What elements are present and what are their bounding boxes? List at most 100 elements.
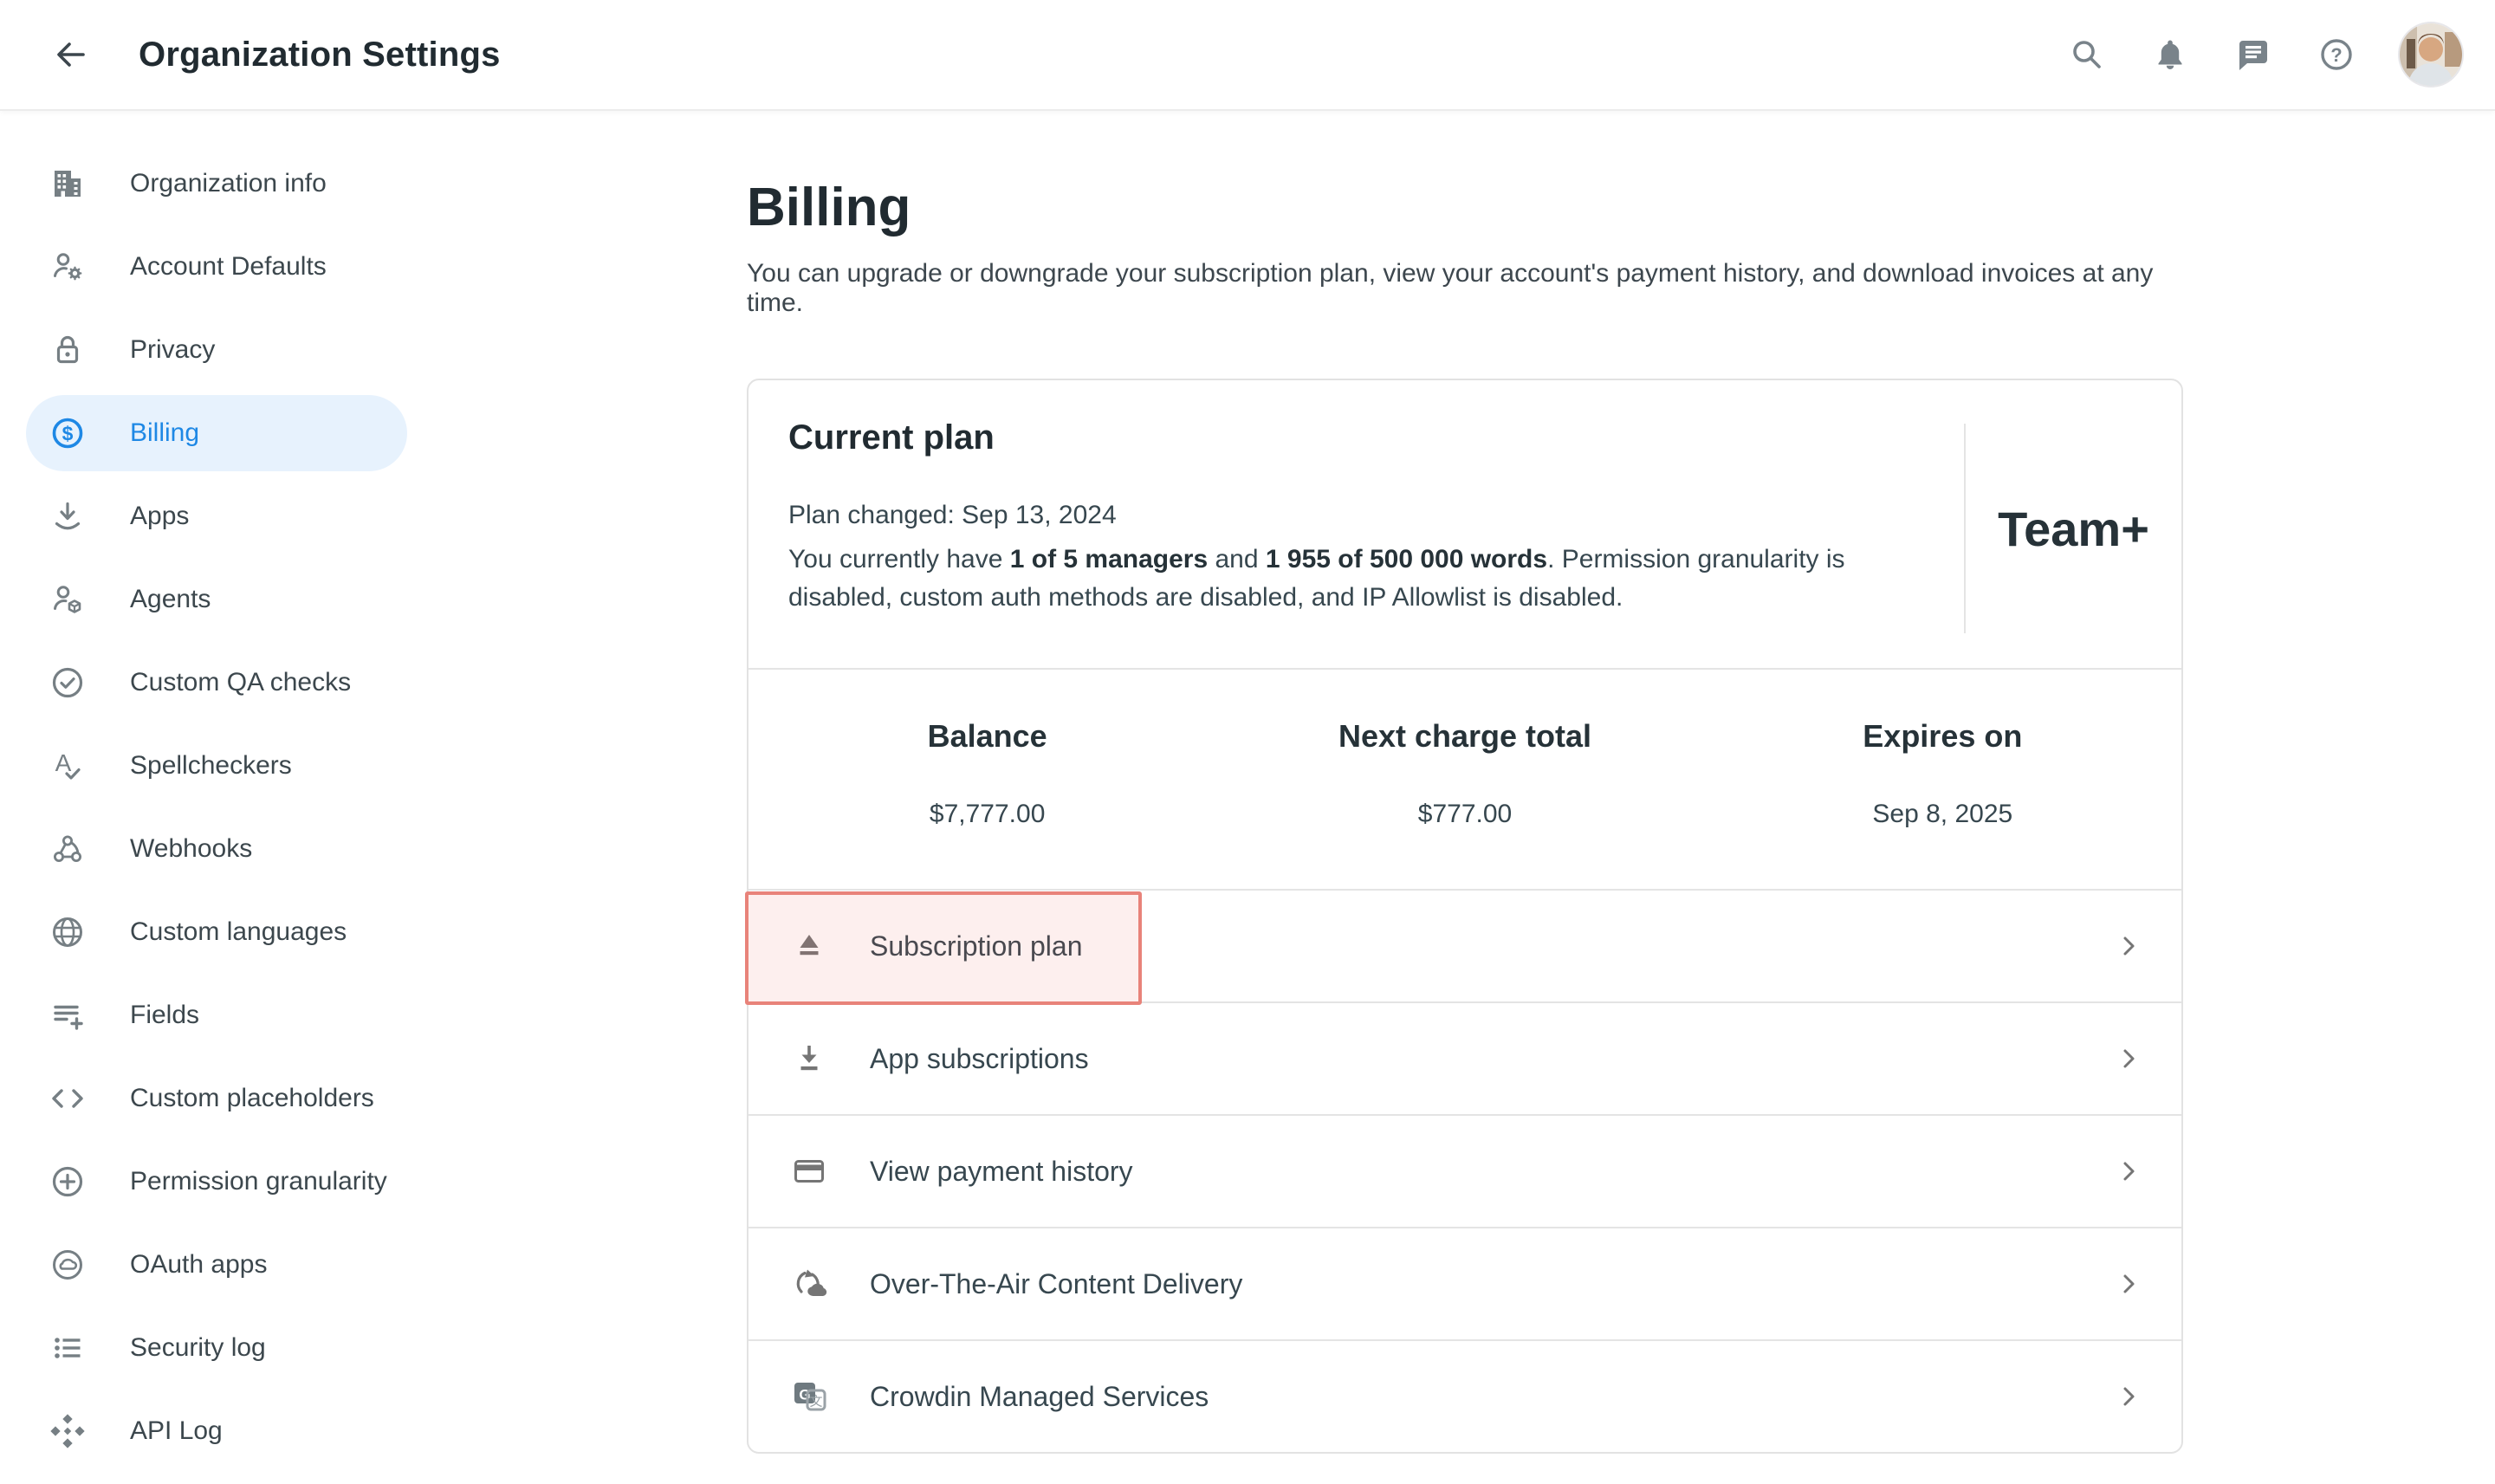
row-label: View payment history — [870, 1156, 1133, 1188]
plan-changed-text: Plan changed: Sep 13, 2024 — [788, 501, 1964, 530]
main-content: Billing You can upgrade or downgrade you… — [747, 111, 2202, 1454]
plan-usage-text: You currently have 1 of 5 managers and 1… — [788, 541, 1941, 617]
sidebar-item-custom-languages[interactable]: Custom languages — [26, 894, 407, 970]
webhook-icon — [49, 830, 87, 868]
row-label: App subscriptions — [870, 1043, 1089, 1075]
expires-value: Sep 8, 2025 — [1704, 800, 2181, 829]
sidebar-item-account-defaults[interactable]: Account Defaults — [26, 229, 407, 305]
sidebar-item-api-log[interactable]: API Log — [26, 1393, 407, 1469]
sidebar-item-label: Billing — [130, 418, 199, 448]
plan-name-box: Team+ — [1964, 424, 2181, 633]
plus-circle-icon — [49, 1163, 87, 1201]
sidebar-item-custom-qa-checks[interactable]: Custom QA checks — [26, 645, 407, 721]
svg-text:?: ? — [2330, 44, 2342, 66]
dollar-circle-icon: $ — [49, 414, 87, 452]
back-button[interactable] — [50, 34, 92, 75]
plan-name: Team+ — [1998, 501, 2149, 557]
sidebar-item-billing[interactable]: $ Billing — [26, 395, 407, 471]
words-count: 1 955 of 500 000 words — [1266, 545, 1547, 574]
sidebar-item-security-log[interactable]: Security log — [26, 1310, 407, 1386]
building-icon — [49, 165, 87, 203]
spellcheck-icon: A — [49, 747, 87, 785]
sidebar-item-privacy[interactable]: Privacy — [26, 312, 407, 388]
sidebar-item-webhooks[interactable]: Webhooks — [26, 811, 407, 887]
ota-sync-icon — [790, 1265, 828, 1303]
sidebar-item-label: Custom placeholders — [130, 1084, 374, 1113]
page-title: Organization Settings — [139, 36, 501, 75]
bell-icon — [2150, 35, 2190, 75]
sidebar-item-label: Permission granularity — [130, 1167, 387, 1196]
ota-content-delivery-row[interactable]: Over-The-Air Content Delivery — [748, 1227, 2181, 1339]
sidebar-item-label: Webhooks — [130, 834, 252, 864]
current-plan-section: Current plan Plan changed: Sep 13, 2024 … — [748, 380, 2181, 668]
cloud-circle-icon — [49, 1246, 87, 1284]
topbar: Organization Settings ? — [0, 0, 2495, 111]
sidebar-item-label: Fields — [130, 1001, 199, 1030]
sidebar-item-agents[interactable]: Agents — [26, 561, 407, 638]
sidebar-item-label: Account Defaults — [130, 252, 327, 282]
sidebar-item-fields[interactable]: Fields — [26, 977, 407, 1053]
billing-card: Current plan Plan changed: Sep 13, 2024 … — [747, 379, 2183, 1454]
sidebar-item-label: Agents — [130, 585, 211, 614]
search-button[interactable] — [2067, 35, 2107, 75]
sidebar-item-label: Custom QA checks — [130, 668, 351, 697]
current-plan-info: Current plan Plan changed: Sep 13, 2024 … — [748, 380, 1964, 668]
balance-value: $7,777.00 — [748, 800, 1226, 829]
help-button[interactable]: ? — [2317, 35, 2356, 75]
crowdin-managed-services-row[interactable]: G 文 Crowdin Managed Services — [748, 1339, 2181, 1452]
sidebar-item-label: Spellcheckers — [130, 751, 292, 781]
next-charge-column: Next charge total $777.00 — [1226, 670, 1703, 889]
managers-count: 1 of 5 managers — [1010, 545, 1208, 574]
help-icon: ? — [2317, 35, 2356, 75]
billing-heading: Billing — [747, 177, 2202, 238]
notifications-button[interactable] — [2150, 35, 2190, 75]
sidebar-item-oauth-apps[interactable]: OAuth apps — [26, 1227, 407, 1303]
diamonds-icon — [49, 1412, 87, 1450]
back-arrow-icon — [51, 35, 91, 75]
app-subscriptions-row[interactable]: App subscriptions — [748, 1001, 2181, 1114]
chevron-right-icon — [2117, 1047, 2140, 1070]
sidebar-item-permission-granularity[interactable]: Permission granularity — [26, 1144, 407, 1220]
sidebar-item-label: Security log — [130, 1333, 266, 1363]
subscription-plan-row[interactable]: Subscription plan — [748, 889, 2181, 1001]
sidebar: Organization info Account Defaults P — [0, 111, 433, 1476]
sidebar-item-organization-info[interactable]: Organization info — [26, 146, 407, 222]
row-label: Subscription plan — [870, 930, 1082, 962]
sidebar-item-spellcheckers[interactable]: A Spellcheckers — [26, 728, 407, 804]
sidebar-item-apps[interactable]: Apps — [26, 478, 407, 554]
row-label: Over-The-Air Content Delivery — [870, 1268, 1242, 1300]
topbar-actions: ? — [2067, 23, 2462, 86]
billing-description: You can upgrade or downgrade your subscr… — [747, 259, 2202, 318]
chevron-right-icon — [2117, 1273, 2140, 1295]
chevron-right-icon — [2117, 1385, 2140, 1408]
expires-label: Expires on — [1704, 718, 2181, 755]
sidebar-item-label: Organization info — [130, 169, 327, 198]
sidebar-item-label: OAuth apps — [130, 1250, 267, 1280]
current-plan-title: Current plan — [788, 418, 1964, 457]
svg-text:$: $ — [62, 423, 74, 445]
view-payment-history-row[interactable]: View payment history — [748, 1114, 2181, 1227]
sidebar-item-label: Custom languages — [130, 917, 347, 947]
person-cube-icon — [49, 580, 87, 619]
list-icon — [49, 1329, 87, 1367]
check-circle-icon — [49, 664, 87, 702]
svg-text:A: A — [55, 749, 72, 776]
next-charge-label: Next charge total — [1226, 718, 1703, 755]
messages-button[interactable] — [2233, 35, 2273, 75]
sidebar-item-custom-placeholders[interactable]: Custom placeholders — [26, 1060, 407, 1137]
expires-column: Expires on Sep 8, 2025 — [1704, 670, 2181, 889]
person-gear-icon — [49, 248, 87, 286]
globe-icon — [49, 913, 87, 951]
code-icon — [49, 1079, 87, 1118]
download-icon — [790, 1040, 828, 1078]
playlist-add-icon — [49, 996, 87, 1034]
search-icon — [2067, 35, 2107, 75]
avatar[interactable] — [2400, 23, 2462, 86]
sidebar-item-label: API Log — [130, 1416, 223, 1446]
sidebar-item-label: Apps — [130, 502, 189, 531]
balance-column: Balance $7,777.00 — [748, 670, 1226, 889]
eject-icon — [790, 927, 828, 965]
sidebar-item-label: Privacy — [130, 335, 215, 365]
balance-label: Balance — [748, 718, 1226, 755]
download-icon — [49, 497, 87, 535]
